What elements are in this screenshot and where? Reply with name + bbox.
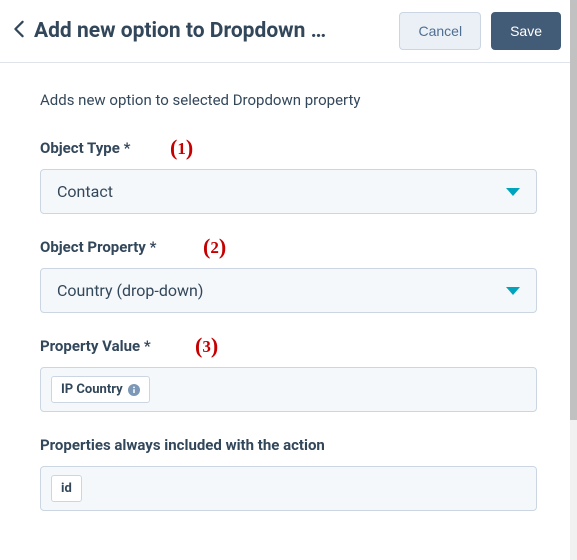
property-value-label: Property Value * (3) <box>40 337 537 355</box>
select-value: Country (drop-down) <box>57 281 203 300</box>
cancel-button[interactable]: Cancel <box>399 12 481 50</box>
tag-text: IP Country <box>61 382 123 397</box>
header: Add new option to Dropdown … Cancel Save <box>0 0 577 63</box>
property-value-tag[interactable]: IP Country <box>51 376 150 403</box>
scrollbar-thumb[interactable] <box>570 0 577 420</box>
object-type-label: Object Type * (1) <box>40 139 537 157</box>
label-text: Object Property <box>40 238 146 256</box>
object-type-group: Object Type * (1) Contact <box>40 139 537 214</box>
label-text: Object Type <box>40 139 120 157</box>
always-included-box: id <box>40 466 537 511</box>
tag-text: id <box>61 481 72 496</box>
content: Adds new option to selected Dropdown pro… <box>0 63 577 555</box>
header-left: Add new option to Dropdown … <box>12 19 387 43</box>
chevron-down-icon <box>506 182 520 201</box>
annotation-1: (1) <box>170 135 193 161</box>
property-value-group: Property Value * (3) IP Country <box>40 337 537 412</box>
select-value: Contact <box>57 182 113 201</box>
object-property-group: Object Property * (2) Country (drop-down… <box>40 238 537 313</box>
description-text: Adds new option to selected Dropdown pro… <box>40 91 537 109</box>
required-mark: * <box>150 238 157 256</box>
always-included-label: Properties always included with the acti… <box>40 436 537 454</box>
property-value-input[interactable]: IP Country <box>40 367 537 412</box>
annotation-2: (2) <box>203 234 226 260</box>
back-chevron-icon[interactable] <box>12 20 26 42</box>
always-included-group: Properties always included with the acti… <box>40 436 537 511</box>
object-type-select[interactable]: Contact <box>40 169 537 214</box>
object-property-select[interactable]: Country (drop-down) <box>40 268 537 313</box>
annotation-3: (3) <box>195 333 218 359</box>
required-mark: * <box>124 139 131 157</box>
save-button[interactable]: Save <box>491 12 561 50</box>
object-property-label: Object Property * (2) <box>40 238 537 256</box>
header-actions: Cancel Save <box>399 12 561 50</box>
always-included-tag: id <box>51 475 82 502</box>
required-mark: * <box>144 337 151 355</box>
info-icon <box>128 384 140 396</box>
page-title: Add new option to Dropdown … <box>34 19 326 43</box>
chevron-down-icon <box>506 281 520 300</box>
label-text: Property Value <box>40 337 140 355</box>
